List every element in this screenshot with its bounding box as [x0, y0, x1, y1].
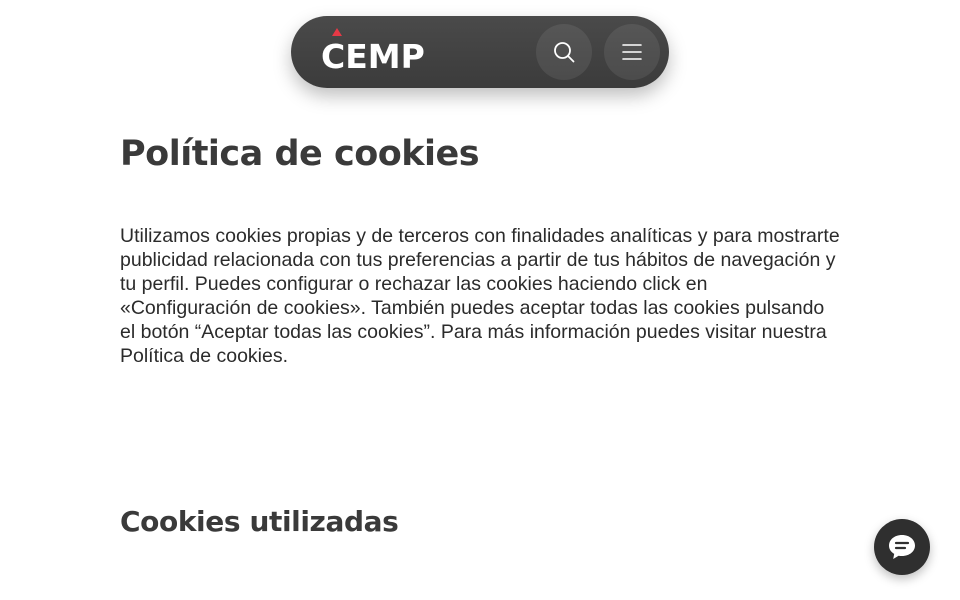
chat-button[interactable] — [874, 519, 930, 575]
hamburger-menu-icon — [622, 44, 642, 60]
logo-text: CEMP — [321, 36, 425, 76]
search-icon — [554, 42, 575, 63]
logo-triangle-mark — [332, 28, 342, 36]
chat-bubble-icon — [889, 535, 915, 559]
floating-header: CEMP — [291, 16, 669, 88]
section-title-cookies-utilizadas: Cookies utilizadas — [120, 505, 399, 538]
page: CEMP Política de cookies Utilizamos cook… — [0, 0, 960, 600]
search-button[interactable] — [536, 24, 592, 80]
page-title: Política de cookies — [120, 134, 480, 174]
cemp-logo[interactable]: CEMP — [321, 28, 425, 76]
menu-button[interactable] — [604, 24, 660, 80]
intro-paragraph: Utilizamos cookies propias y de terceros… — [120, 225, 840, 367]
